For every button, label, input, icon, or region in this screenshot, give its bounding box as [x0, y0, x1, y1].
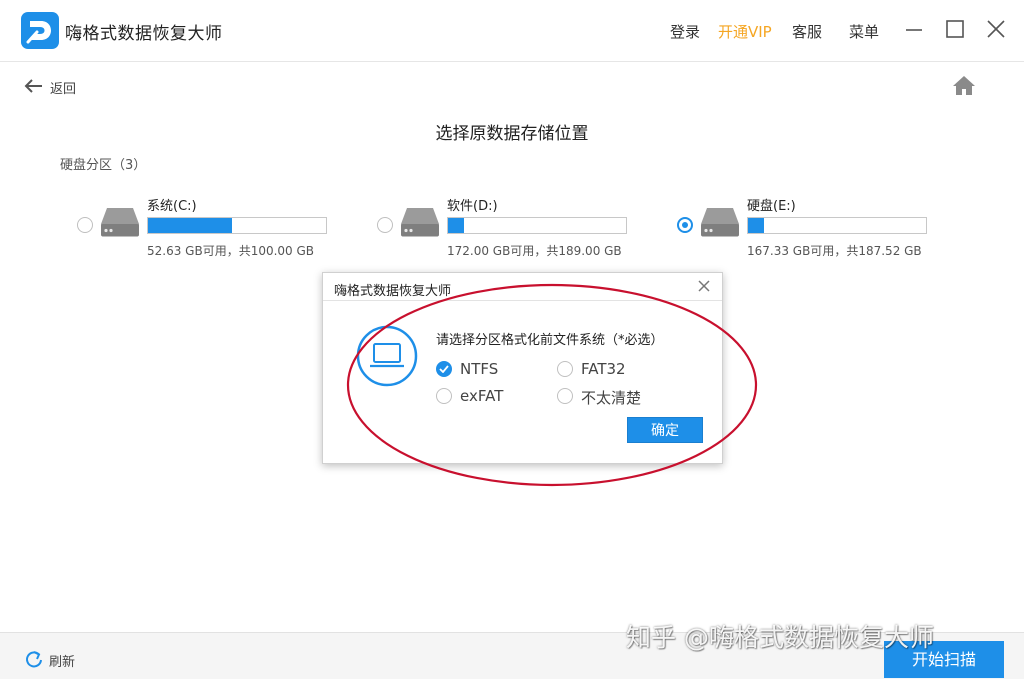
drive-capacity: 52.63 GB可用，共100.00 GB: [147, 244, 315, 258]
drive-capacity: 172.00 GB可用，共189.00 GB: [447, 244, 622, 258]
page-title: 选择原数据存储位置: [435, 124, 589, 144]
hard-disk-icon: [699, 206, 741, 242]
minimize-icon[interactable]: [903, 18, 925, 40]
drive-radio[interactable]: [677, 217, 693, 233]
login-link[interactable]: 登录: [670, 21, 700, 42]
drive-radio[interactable]: [377, 217, 393, 233]
refresh-icon: [26, 651, 42, 668]
radio-indicator: [557, 361, 573, 377]
drive-radio[interactable]: [77, 217, 93, 233]
start-scan-button[interactable]: 开始扫描: [884, 641, 1004, 678]
section-label: 硬盘分区（3）: [60, 158, 147, 173]
confirm-button[interactable]: 确定: [627, 417, 703, 443]
vip-link[interactable]: 开通VIP: [718, 21, 772, 42]
radio-indicator: [557, 388, 573, 404]
radio-indicator: [436, 361, 452, 377]
menu-link[interactable]: 菜单: [849, 21, 879, 42]
computer-icon: [356, 325, 418, 391]
drive-capacity: 167.33 GB可用，共187.52 GB: [747, 244, 922, 258]
filesystem-dialog: 嗨格式数据恢复大师 请选择分区格式化前文件系统（*必选） NTFS FAT32 …: [322, 272, 723, 464]
close-icon[interactable]: [985, 18, 1007, 40]
check-icon: [439, 365, 449, 373]
option-label: NTFS: [460, 360, 499, 378]
drive-card[interactable]: 硬盘(E:) 167.33 GB可用，共187.52 GB: [677, 192, 947, 262]
refresh-label: 刷新: [49, 655, 76, 670]
title-bar: 嗨格式数据恢复大师 登录 开通VIP 客服 菜单: [0, 0, 1024, 62]
back-label: 返回: [50, 82, 77, 97]
drive-name: 软件(D:): [447, 199, 498, 214]
app-title: 嗨格式数据恢复大师: [65, 24, 223, 44]
drive-usage-bar: [747, 217, 927, 234]
drive-card[interactable]: 软件(D:) 172.00 GB可用，共189.00 GB: [377, 192, 647, 262]
drive-card[interactable]: 系统(C:) 52.63 GB可用，共100.00 GB: [77, 192, 347, 262]
hard-disk-icon: [99, 206, 141, 242]
option-label: exFAT: [460, 387, 504, 405]
dialog-header: 嗨格式数据恢复大师: [323, 273, 722, 301]
drive-usage-fill: [148, 218, 232, 233]
drive-name: 硬盘(E:): [747, 199, 796, 214]
drive-usage-fill: [448, 218, 465, 233]
home-icon[interactable]: [952, 74, 976, 100]
arrow-left-icon: [24, 79, 42, 93]
dialog-close-icon[interactable]: [696, 278, 712, 298]
service-link[interactable]: 客服: [792, 21, 822, 42]
hard-disk-icon: [399, 206, 441, 242]
option-label: FAT32: [581, 360, 626, 378]
drive-usage-fill: [748, 218, 765, 233]
drive-usage-bar: [147, 217, 327, 234]
drive-name: 系统(C:): [147, 199, 197, 214]
option-label: 不太清楚: [581, 389, 642, 407]
footer-bar: 刷新 开始扫描: [0, 632, 1024, 679]
radio-indicator: [436, 388, 452, 404]
drive-usage-bar: [447, 217, 627, 234]
dialog-prompt: 请选择分区格式化前文件系统（*必选）: [436, 333, 664, 348]
dialog-title: 嗨格式数据恢复大师: [334, 284, 452, 299]
maximize-icon[interactable]: [944, 18, 966, 40]
app-logo-icon: [21, 12, 59, 49]
